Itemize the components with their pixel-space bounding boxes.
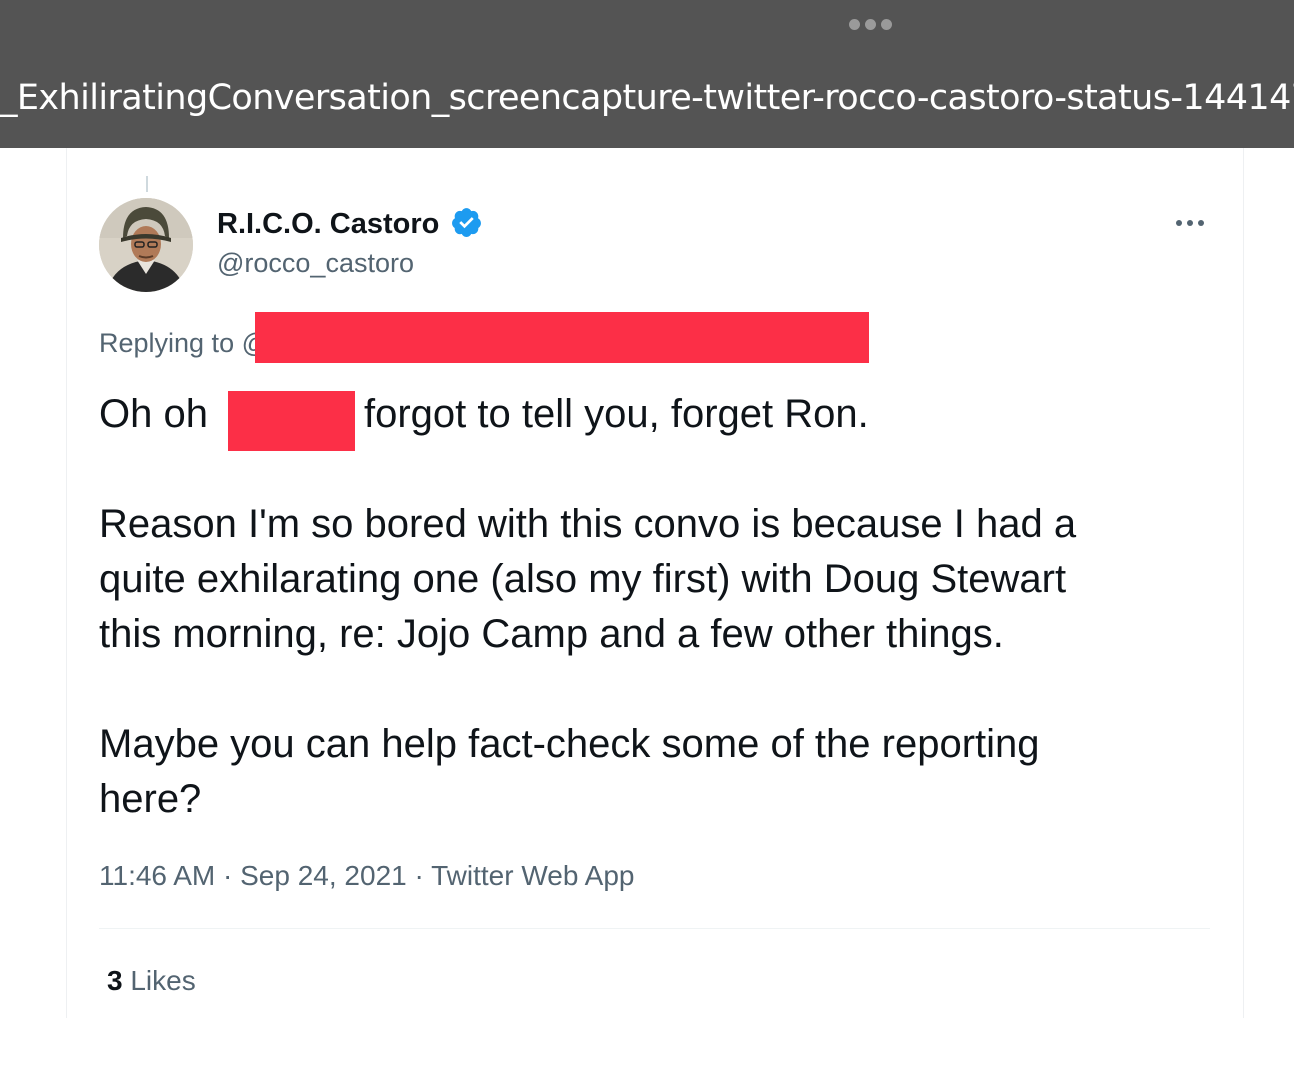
likes-label: Likes [130,965,196,996]
tweet-time-link[interactable]: 11:46 AM [99,860,215,891]
redaction-bar [255,312,869,363]
tweet-line: Reason I'm so bored with this convo is b… [99,502,1077,546]
tweet-meta: 11:46 AM · Sep 24, 2021 · Twitter Web Ap… [99,857,634,895]
tweet-text-segment: Oh oh [99,392,208,436]
thread-connector-line [146,176,148,192]
verified-badge-icon [452,208,481,237]
window-dots-icon[interactable] [849,19,892,30]
tweet-line: this morning, re: Jojo Camp and a few ot… [99,612,1004,656]
tweet-source-link[interactable]: Twitter Web App [431,860,634,891]
window-title: _ExhiliratingConversation_screencapture-… [0,78,1294,118]
likes-count: 3 [107,965,123,996]
redaction-bar [228,391,355,451]
window-dot [881,19,892,30]
likes-link[interactable]: 3 Likes [107,962,196,1000]
meta-separator: · [414,860,424,891]
author-handle[interactable]: @rocco_castoro [217,246,414,280]
replying-to-label: Replying to [99,328,235,358]
tweet-line: forgot to tell you, forget Ron. [364,387,869,442]
tweet-line: here? [99,777,202,821]
window-titlebar: _ExhiliratingConversation_screencapture-… [0,0,1294,148]
avatar[interactable] [99,198,193,292]
tweet-date-link[interactable]: Sep 24, 2021 [240,860,407,891]
tweet-text-segment: forgot to tell you, forget Ron. [364,392,869,436]
tweet-line: quite exhilarating one (also my first) w… [99,557,1067,601]
avatar-photo [99,198,193,292]
author-display-name[interactable]: R.I.C.O. Castoro [217,206,439,242]
more-horizontal-icon[interactable] [1173,216,1207,230]
tweet-line: Oh oh [99,387,208,442]
meta-separator: · [223,860,233,891]
window-dot [865,19,876,30]
tweet-line: Maybe you can help fact-check some of th… [99,722,1040,766]
replying-to: Replying to @ [99,325,269,361]
window-dot [849,19,860,30]
divider [99,928,1210,929]
